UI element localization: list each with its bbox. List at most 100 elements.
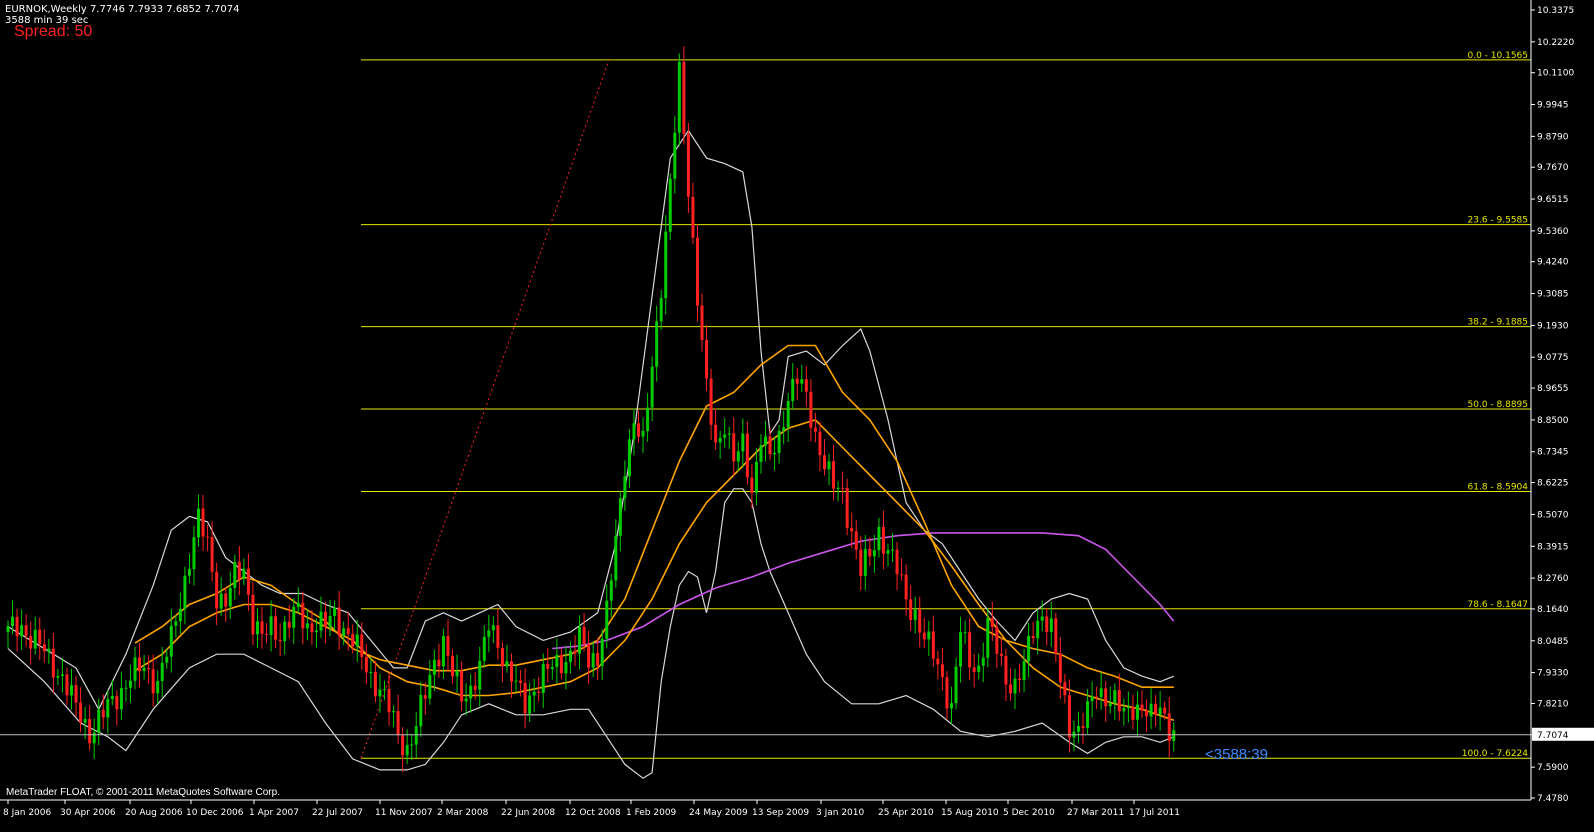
candle-body [627, 439, 631, 477]
candle-body [324, 611, 328, 627]
candle-body [38, 629, 42, 645]
candle-body [496, 625, 500, 648]
candle-body [650, 366, 654, 408]
candle-body [1018, 678, 1022, 680]
candle-body [641, 431, 645, 437]
candle-body [764, 436, 768, 446]
fib-level-label: 0.0 - 10.1565 [1468, 51, 1529, 61]
candle-body [128, 680, 132, 688]
candle-body [1054, 618, 1058, 654]
candle-body [741, 433, 745, 452]
candle-body [895, 549, 899, 575]
candle-body [596, 653, 600, 666]
candle-body [110, 695, 114, 700]
candle-body [786, 401, 790, 428]
candle-body [133, 657, 137, 681]
candle-body [1108, 703, 1112, 707]
price-tick-label: 9.5360 [1537, 227, 1569, 237]
candle-body [92, 732, 96, 744]
candle-body [800, 379, 804, 384]
candle-body [169, 625, 173, 657]
candle-body [373, 671, 377, 697]
candle-body [682, 61, 686, 134]
candle-body [419, 695, 423, 727]
fib-level-label: 50.0 - 8.8895 [1468, 400, 1529, 410]
candle-body [959, 632, 963, 667]
candle-body [618, 498, 622, 536]
candle-body [990, 618, 994, 627]
price-tick-label: 8.3915 [1537, 542, 1569, 552]
candle-body [1140, 704, 1144, 711]
candle-body [863, 548, 867, 577]
candle-body [355, 634, 359, 647]
candle-body [854, 531, 858, 550]
candle-body [283, 621, 287, 642]
candle-body [836, 487, 840, 489]
candle-body [791, 378, 795, 402]
candle-body [74, 685, 78, 703]
fib-level-label: 100.0 - 7.6224 [1462, 749, 1528, 759]
candle-body [827, 461, 831, 470]
spread-label: Spread: 50 [14, 23, 93, 40]
time-tick-label: 12 Oct 2008 [565, 808, 621, 818]
time-tick-label: 30 Apr 2006 [60, 808, 116, 818]
candle-body [546, 663, 550, 669]
price-tick-label: 10.3375 [1537, 6, 1574, 16]
candle-body [891, 549, 895, 551]
price-tick-label: 8.8500 [1537, 416, 1569, 426]
candle-body [659, 298, 663, 322]
candle-body [382, 689, 386, 691]
candle-body [160, 662, 164, 682]
candle-body [432, 659, 436, 675]
candle-body [813, 427, 817, 432]
candle-body [582, 626, 586, 645]
candle-body [346, 628, 350, 635]
candle-body [768, 436, 772, 455]
candle-body [206, 536, 210, 538]
price-tick-label: 9.8790 [1537, 132, 1569, 142]
candle-body [106, 699, 110, 718]
candle-body [623, 476, 627, 499]
candle-body [754, 461, 758, 493]
candle-body [600, 638, 604, 666]
candle-body [265, 633, 269, 635]
candle-body [759, 445, 763, 462]
candle-body [378, 689, 382, 697]
candle-body [500, 647, 504, 667]
candle-body [845, 488, 849, 528]
candle-body [1113, 690, 1117, 704]
candle-body [509, 661, 513, 682]
candle-body [1013, 678, 1017, 694]
candle-body [88, 718, 92, 744]
candle-body [559, 654, 563, 674]
candle-body [918, 609, 922, 633]
candle-body [900, 574, 904, 576]
candle-body [1008, 684, 1012, 694]
candle-body [319, 611, 323, 631]
candle-body [850, 527, 854, 532]
candle-body [269, 616, 273, 635]
candle-body [1158, 707, 1162, 715]
time-tick-label: 8 Jan 2006 [3, 808, 51, 818]
candle-body [29, 635, 33, 649]
candle-body [1067, 695, 1071, 738]
price-tick-label: 8.0485 [1537, 637, 1569, 647]
candle-body [986, 618, 990, 658]
candle-body [487, 630, 491, 637]
candle-body [274, 616, 278, 640]
candle-body [414, 726, 418, 745]
candle-body [677, 61, 681, 133]
candle-body [936, 658, 940, 665]
candle-body [541, 663, 545, 693]
candle-body [922, 632, 926, 640]
price-tick-label: 7.9330 [1537, 669, 1569, 679]
candle-body [60, 674, 64, 676]
time-tick-label: 13 Sep 2009 [752, 808, 809, 818]
candle-body [255, 621, 259, 635]
candle-body [614, 535, 618, 581]
candle-body [310, 623, 314, 633]
candle-body [972, 667, 976, 672]
candle-body [1172, 730, 1176, 741]
candle-body [795, 378, 799, 384]
candle-body [115, 695, 119, 710]
